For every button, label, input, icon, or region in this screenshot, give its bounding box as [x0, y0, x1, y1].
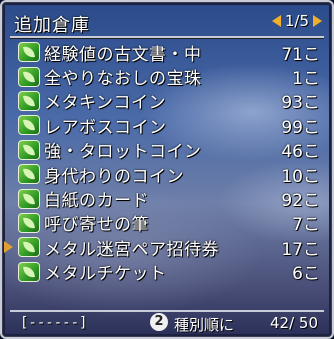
leaf-icon — [18, 261, 40, 282]
list-item[interactable]: 白紙のカード 92こ — [18, 186, 324, 212]
prev-page-arrow-icon[interactable] — [271, 15, 281, 27]
leaf-icon — [18, 188, 40, 209]
footer-bar: [------] 2 種別順に 42/ 50 — [10, 310, 324, 335]
item-name: メタルチケット — [44, 264, 167, 285]
item-name: 白紙のカード — [44, 191, 149, 212]
page-indicator: 1/5 — [271, 12, 322, 30]
list-item[interactable]: 経験値の古文書・中 71こ — [18, 40, 324, 65]
sort-label[interactable]: 種別順に — [174, 314, 234, 335]
leaf-icon — [18, 139, 40, 160]
item-name: 強・タロットコイン — [44, 142, 202, 163]
leaf-icon — [18, 42, 40, 63]
item-list: 経験値の古文書・中 71こ 全やりなおしの宝珠 1こ メタキンコイン 93こ レ… — [4, 40, 324, 284]
leaf-icon — [18, 237, 40, 258]
item-name: 全やりなおしの宝珠 — [44, 69, 202, 90]
item-quantity: 7こ — [292, 215, 320, 236]
next-page-arrow-icon[interactable] — [313, 15, 322, 27]
item-quantity: 17こ — [281, 239, 320, 260]
item-name: メタル迷宮ペア招待券 — [44, 239, 219, 260]
item-quantity: 6こ — [292, 264, 320, 285]
leaf-icon — [18, 66, 40, 87]
page-text: 1/5 — [284, 12, 309, 30]
list-item[interactable]: 全やりなおしの宝珠 1こ — [18, 64, 324, 90]
item-name: 呼び寄せの筆 — [44, 215, 149, 236]
item-quantity: 93こ — [281, 93, 320, 114]
list-item[interactable]: 強・タロットコイン 46こ — [18, 138, 324, 162]
footer-divider — [10, 310, 324, 312]
leaf-icon — [18, 164, 40, 185]
warehouse-window: 追加倉庫 1/5 経験値の古文書・中 71こ 全やりなおしの宝珠 1こ メタキン… — [0, 0, 334, 339]
header-divider — [10, 36, 324, 38]
item-name: 身代わりのコイン — [44, 166, 184, 187]
list-item-selected[interactable]: メタル迷宮ペア招待券 17こ — [4, 235, 324, 260]
item-quantity: 10こ — [281, 166, 320, 187]
list-item[interactable]: レアボスコイン 99こ — [18, 113, 324, 138]
leaf-icon — [18, 90, 40, 111]
item-quantity: 99こ — [281, 117, 320, 138]
list-item[interactable]: 身代わりのコイン 10こ — [18, 162, 324, 187]
item-quantity: 46こ — [281, 142, 320, 163]
leaf-icon — [18, 212, 40, 233]
item-count: 42/ 50 — [270, 314, 318, 332]
item-name: レアボスコイン — [44, 117, 167, 138]
window-title: 追加倉庫 — [14, 15, 90, 36]
item-quantity: 1こ — [292, 69, 320, 90]
leaf-icon — [18, 115, 40, 136]
list-item[interactable]: メタキンコイン 93こ — [18, 89, 324, 113]
filter-text: [------] — [20, 315, 88, 331]
item-quantity: 71こ — [281, 44, 320, 65]
item-name: 経験値の古文書・中 — [44, 44, 202, 65]
item-name: メタキンコイン — [44, 93, 166, 114]
list-item[interactable]: 呼び寄せの筆 7こ — [18, 211, 324, 235]
button-2-icon[interactable]: 2 — [150, 313, 168, 331]
list-item[interactable]: メタルチケット 6こ — [18, 260, 324, 284]
selection-cursor-icon — [4, 241, 13, 254]
item-quantity: 92こ — [281, 191, 320, 212]
